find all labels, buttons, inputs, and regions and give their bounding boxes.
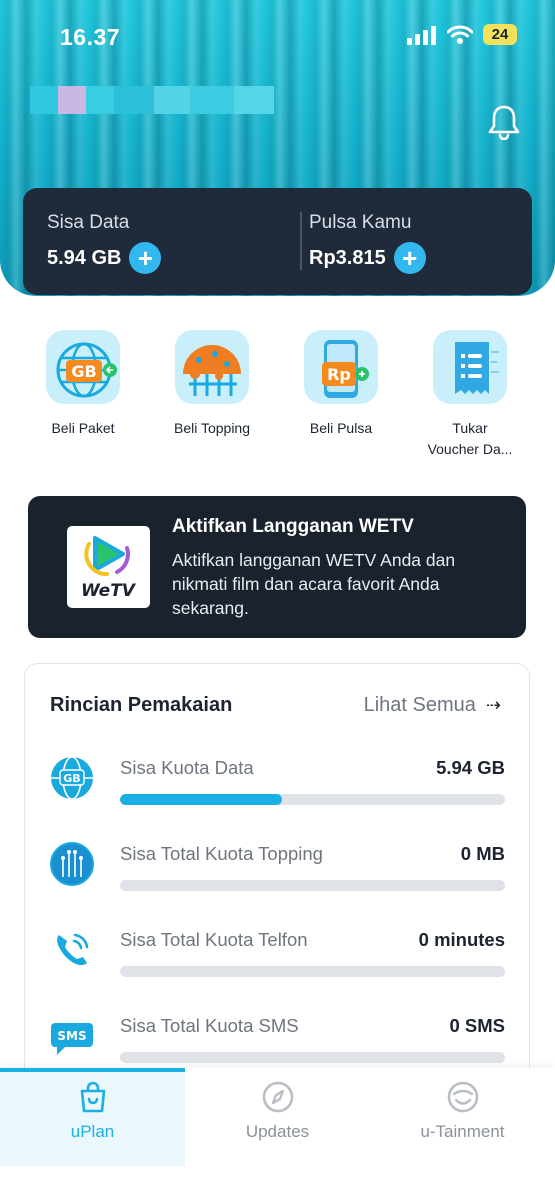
usage-details-card: Rincian Pemakaian Lihat Semua ⇢ GB Sisa … — [24, 663, 530, 1083]
wetv-logo: WeTV — [67, 526, 150, 608]
action-beli-pulsa[interactable]: Rp Beli Pulsa — [281, 330, 401, 439]
usage-progress-fill — [120, 794, 282, 805]
usage-value: 0 minutes — [418, 929, 505, 950]
usage-value: 0 SMS — [449, 1015, 505, 1036]
usage-value: 5.94 GB — [436, 757, 505, 778]
status-icons: 24 — [407, 24, 517, 45]
signal-icon — [407, 25, 436, 45]
notification-bell-icon[interactable] — [487, 104, 521, 140]
wetv-promo-banner[interactable]: WeTV Aktifkan Langganan WETV Aktifkan la… — [28, 496, 526, 638]
nav-tab-utainment[interactable]: u-Tainment — [370, 1068, 555, 1166]
nav-label: Updates — [245, 1122, 310, 1141]
gb-globe-icon: GB — [46, 330, 120, 404]
topping-icon — [175, 330, 249, 404]
usage-value: 0 MB — [460, 843, 505, 864]
gb-globe-icon: GB — [51, 756, 93, 800]
action-beli-paket[interactable]: GB Beli Paket — [23, 330, 143, 439]
credit-balance-label: Pulsa Kamu — [309, 212, 412, 233]
data-balance-label: Sisa Data — [47, 212, 130, 233]
nav-label: uPlan — [70, 1122, 115, 1141]
promo-description: Aktifkan langganan WETV Anda dan nikmati… — [172, 550, 456, 618]
battery-indicator: 24 — [483, 24, 517, 45]
username-redacted — [30, 86, 274, 114]
usage-row-topping: Sisa Total Kuota Topping 0 MB — [25, 837, 529, 917]
svg-text:GB: GB — [71, 362, 96, 381]
add-data-button[interactable]: + — [129, 242, 162, 274]
usage-progress-bar — [120, 880, 505, 891]
data-balance-value: 5.94 GB — [47, 246, 122, 269]
promo-title: Aktifkan Langganan WETV — [172, 516, 414, 537]
credit-balance: Pulsa Kamu Rp3.815 + — [309, 212, 426, 274]
smiley-icon — [447, 1081, 479, 1113]
svg-text:WeTV: WeTV — [81, 581, 137, 601]
svg-text:Rp: Rp — [327, 365, 351, 384]
nav-tab-updates[interactable]: Updates — [185, 1068, 370, 1166]
action-label: Beli Pulsa — [309, 420, 373, 436]
action-label: Tukar Voucher Da... — [427, 420, 513, 457]
action-label: Beli Paket — [51, 420, 115, 436]
credit-balance-value: Rp3.815 — [309, 246, 386, 269]
nav-label: u-Tainment — [420, 1122, 505, 1141]
data-balance: Sisa Data 5.94 GB + — [47, 212, 162, 274]
phone-call-icon — [57, 933, 89, 966]
shopping-bag-icon — [80, 1081, 106, 1113]
arrow-right-icon: ⇢ — [485, 695, 501, 715]
usage-progress-bar — [120, 1052, 505, 1063]
action-tukar-voucher[interactable]: Tukar Voucher Da... — [410, 330, 530, 460]
compass-icon — [262, 1081, 294, 1113]
usage-title: Rincian Pemakaian — [50, 694, 233, 716]
svg-text:SMS: SMS — [57, 1029, 86, 1043]
see-all-label: Lihat Semua — [363, 694, 476, 716]
usage-progress-bar — [120, 794, 505, 805]
add-credit-button[interactable]: + — [393, 242, 426, 274]
status-time: 16.37 — [60, 24, 121, 50]
topping-globe-icon — [50, 842, 94, 886]
status-bar: 16.37 24 — [0, 0, 555, 72]
svg-text:GB: GB — [63, 772, 80, 785]
usage-row-data: GB Sisa Kuota Data 5.94 GB — [25, 751, 529, 831]
usage-progress-bar — [120, 966, 505, 977]
usage-label: Sisa Total Kuota Topping — [120, 843, 323, 864]
voucher-icon — [433, 330, 507, 404]
bottom-navigation: uPlan Updates u-Tainment — [0, 1068, 555, 1200]
action-label: Beli Topping — [173, 420, 251, 436]
sms-bubble-icon: SMS — [51, 1023, 93, 1055]
usage-row-telfon: Sisa Total Kuota Telfon 0 minutes — [25, 923, 529, 1003]
header-banner: 16.37 24 Sisa Data 5.94 GB + Pulsa Kamu … — [0, 0, 555, 296]
wifi-icon — [447, 25, 473, 44]
nav-tab-uplan[interactable]: uPlan — [0, 1068, 185, 1166]
usage-label: Sisa Total Kuota SMS — [120, 1015, 299, 1036]
usage-label: Sisa Kuota Data — [120, 757, 254, 778]
quick-actions: GB Beli Paket Beli Topping Rp Beli Pulsa… — [0, 330, 555, 460]
usage-label: Sisa Total Kuota Telfon — [120, 929, 308, 950]
divider — [300, 212, 302, 270]
action-beli-topping[interactable]: Beli Topping — [152, 330, 272, 439]
see-all-link[interactable]: Lihat Semua ⇢ — [364, 694, 501, 717]
rp-phone-icon: Rp — [304, 330, 378, 404]
balance-card: Sisa Data 5.94 GB + Pulsa Kamu Rp3.815 + — [23, 188, 532, 295]
